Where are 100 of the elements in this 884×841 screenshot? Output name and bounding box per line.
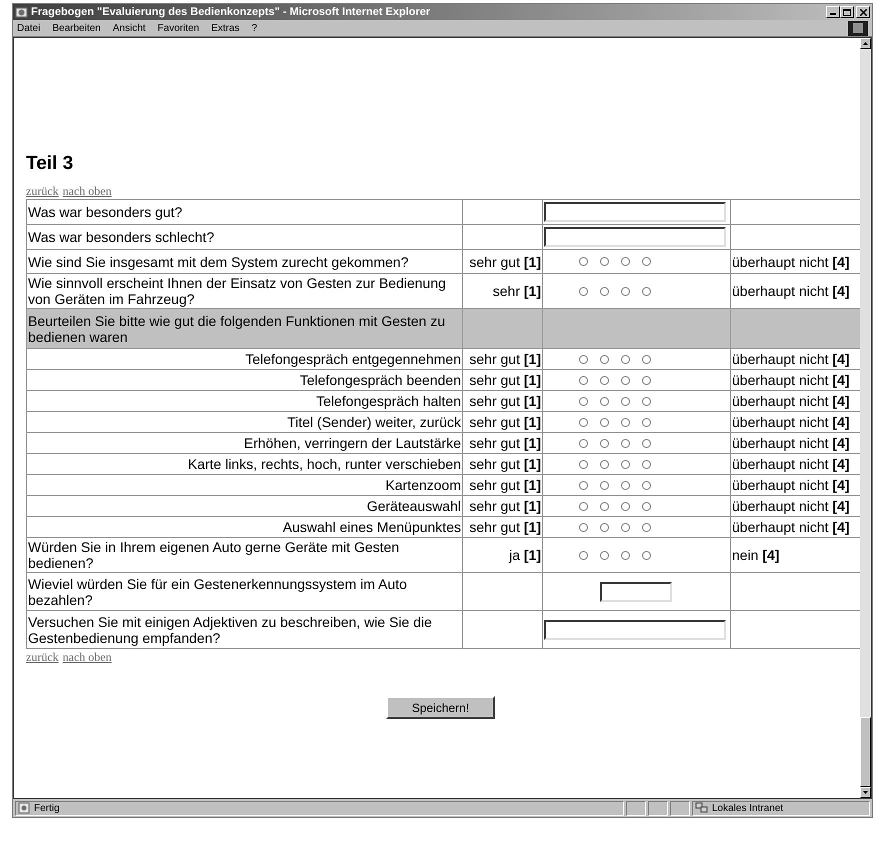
scale-label: sehr gut [1] <box>469 254 541 270</box>
radio-button[interactable] <box>642 460 650 468</box>
radio-button[interactable] <box>620 550 630 560</box>
question-text: Würden Sie in Ihrem eigenen Auto gerne Geräte mit Gesten bedienen? <box>28 539 400 571</box>
radio-button[interactable] <box>578 550 588 560</box>
radio-button[interactable] <box>600 480 608 490</box>
radio-button[interactable] <box>600 354 608 364</box>
scroll-thumb[interactable] <box>860 717 871 787</box>
radio-button[interactable] <box>600 286 608 296</box>
radio-button[interactable] <box>642 354 650 364</box>
minimize-button[interactable] <box>826 6 840 18</box>
radio-button[interactable] <box>642 396 650 406</box>
radio-button[interactable] <box>620 286 630 296</box>
question-text: Versuchen Sie mit einigen Adjektiven zu beschreiben, wie Sie die Gestenbedienung empfanden? <box>28 614 432 646</box>
menu-item[interactable]: Extras <box>211 20 240 36</box>
window-icon <box>853 23 863 33</box>
scroll-up-button[interactable] <box>860 38 871 49</box>
nav-link[interactable]: nach oben <box>62 650 112 664</box>
radio-button[interactable] <box>642 286 650 296</box>
radio-button[interactable] <box>620 257 630 266</box>
input-field[interactable] <box>544 620 726 640</box>
question-text: Titel (Sender) weiter, zurück <box>287 414 461 430</box>
question-text: Wieviel würden Sie für ein Gestenerkennungssystem im Auto bezahlen? <box>28 576 407 608</box>
status-panel <box>648 800 668 816</box>
radio-button[interactable] <box>620 354 630 364</box>
radio-button[interactable] <box>578 396 588 406</box>
radio-button[interactable] <box>642 418 650 426</box>
radio-button[interactable] <box>600 460 608 468</box>
nav-link[interactable]: zurück <box>26 184 59 198</box>
scale-label: überhaupt nicht [4] <box>732 351 850 367</box>
scale-label: überhaupt nicht [4] <box>732 456 850 472</box>
radio-button[interactable] <box>578 354 588 364</box>
maximize-icon <box>843 8 851 16</box>
radio-button[interactable] <box>578 502 588 510</box>
radio-button[interactable] <box>620 522 630 532</box>
radio-button[interactable] <box>642 376 650 384</box>
save-button[interactable]: Speichern! <box>386 696 495 719</box>
radio-button[interactable] <box>600 522 608 532</box>
status-panel <box>626 800 646 816</box>
scale-label: überhaupt nicht [4] <box>732 477 850 493</box>
radio-button[interactable] <box>642 502 650 510</box>
scale-label: überhaupt nicht [4] <box>732 372 850 388</box>
close-icon <box>860 8 866 16</box>
radio-button[interactable] <box>620 396 630 406</box>
nav-link[interactable]: nach oben <box>62 184 112 198</box>
scale-label: überhaupt nicht [4] <box>732 498 850 514</box>
question-text: Telefongespräch beenden <box>300 372 461 388</box>
menu-item[interactable]: Datei <box>17 20 40 36</box>
radio-button[interactable] <box>600 396 608 406</box>
zone-text: Lokales Intranet <box>712 802 784 816</box>
radio-button[interactable] <box>578 418 588 426</box>
input-field[interactable] <box>544 202 726 222</box>
input-field[interactable] <box>544 227 726 247</box>
radio-button[interactable] <box>620 502 630 510</box>
window-title: Fragebogen "Evaluierung des Bedienkonzepts" - Microsoft Internet Explorer <box>31 4 430 20</box>
scale-label: überhaupt nicht [4] <box>732 519 850 535</box>
question-text: Auswahl eines Menüpunktes <box>282 519 461 535</box>
radio-button[interactable] <box>578 438 588 448</box>
radio-button[interactable] <box>600 257 608 266</box>
radio-button[interactable] <box>620 376 630 384</box>
scale-label: sehr gut [1] <box>469 519 541 535</box>
radio-button[interactable] <box>578 257 588 266</box>
radio-button[interactable] <box>600 418 608 426</box>
radio-button[interactable] <box>642 480 650 490</box>
menu-item[interactable]: Ansicht <box>112 20 146 36</box>
scale-label: sehr gut [1] <box>469 498 541 514</box>
input-field[interactable] <box>600 582 672 602</box>
radio-button[interactable] <box>620 438 630 448</box>
radio-button[interactable] <box>642 257 650 266</box>
maximize-button[interactable] <box>840 6 854 18</box>
nav-link[interactable]: zurück <box>26 650 59 664</box>
menu-item[interactable]: Bearbeiten <box>52 20 101 36</box>
radio-button[interactable] <box>642 522 650 532</box>
scroll-down-button[interactable] <box>860 787 871 798</box>
menu-item[interactable]: Favoriten <box>158 20 200 36</box>
scale-label: nein [4] <box>732 547 780 563</box>
scale-label: überhaupt nicht [4] <box>732 414 850 430</box>
radio-button[interactable] <box>620 480 630 490</box>
radio-button[interactable] <box>578 522 588 532</box>
scale-label: sehr gut [1] <box>469 351 541 367</box>
radio-button[interactable] <box>600 502 608 510</box>
radio-button[interactable] <box>600 550 608 560</box>
question-text: Was war besonders schlecht? <box>28 229 214 245</box>
scrollbar[interactable] <box>860 38 871 798</box>
radio-button[interactable] <box>642 438 650 448</box>
radio-button[interactable] <box>620 460 630 468</box>
radio-button[interactable] <box>578 376 588 384</box>
menu-item[interactable]: ? <box>252 20 258 36</box>
radio-button[interactable] <box>642 550 650 560</box>
question-text: Karte links, rechts, hoch, runter verschieben <box>188 456 461 472</box>
radio-button[interactable] <box>600 376 608 384</box>
scale-label: sehr gut [1] <box>469 477 541 493</box>
radio-button[interactable] <box>578 480 588 490</box>
question-text: Wie sind Sie insgesamt mit dem System zurecht gekommen? <box>28 254 408 270</box>
close-button[interactable] <box>856 6 870 18</box>
radio-button[interactable] <box>600 438 608 448</box>
radio-button[interactable] <box>578 460 588 468</box>
scale-label: sehr gut [1] <box>469 372 541 388</box>
radio-button[interactable] <box>578 286 588 296</box>
radio-button[interactable] <box>620 418 630 426</box>
